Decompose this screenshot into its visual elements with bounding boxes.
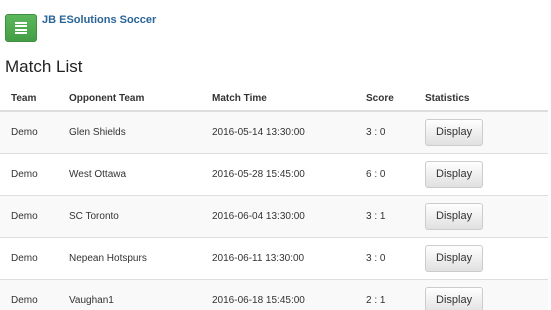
statistics-cell: Display [414, 279, 548, 310]
table-row: Demo SC Toronto 2016-06-04 13:30:00 3 : … [0, 195, 548, 238]
table-row: Demo West Ottawa 2016-05-28 15:45:00 6 :… [0, 153, 548, 196]
score-cell: 2 : 1 [355, 279, 414, 310]
display-button[interactable]: Display [425, 161, 484, 188]
team-cell: Demo [0, 110, 58, 154]
display-button[interactable]: Display [425, 119, 484, 146]
statistics-cell: Display [414, 195, 548, 238]
display-button[interactable]: Display [425, 287, 484, 310]
score-cell: 3 : 0 [355, 237, 414, 280]
match-time-cell: 2016-06-04 13:30:00 [201, 195, 355, 238]
score-cell: 3 : 0 [355, 110, 414, 154]
table-row: Demo Glen Shields 2016-05-14 13:30:00 3 … [0, 110, 548, 154]
page-title: Match List [5, 57, 83, 76]
display-button[interactable]: Display [425, 245, 484, 272]
match-time-cell: 2016-06-18 15:45:00 [201, 279, 355, 310]
opponent-cell: Vaughan1 [58, 279, 201, 310]
column-header-opponent: Opponent Team [58, 86, 201, 112]
column-header-match-time: Match Time [201, 86, 355, 112]
team-cell: Demo [0, 153, 58, 196]
statistics-cell: Display [414, 153, 548, 196]
team-cell: Demo [0, 279, 58, 310]
score-cell: 6 : 0 [355, 153, 414, 196]
column-header-score: Score [355, 86, 414, 112]
opponent-cell: Nepean Hotspurs [58, 237, 201, 280]
statistics-cell: Display [414, 237, 548, 280]
menu-button[interactable] [5, 14, 37, 42]
column-header-statistics: Statistics [414, 86, 548, 112]
opponent-cell: SC Toronto [58, 195, 201, 238]
table-row: Demo Vaughan1 2016-06-18 15:45:00 2 : 1 … [0, 279, 548, 310]
match-time-cell: 2016-06-11 13:30:00 [201, 237, 355, 280]
table-row: Demo Nepean Hotspurs 2016-06-11 13:30:00… [0, 237, 548, 280]
team-cell: Demo [0, 237, 58, 280]
team-cell: Demo [0, 195, 58, 238]
match-time-cell: 2016-05-14 13:30:00 [201, 110, 355, 154]
page: JB ESolutions Soccer Match List Team Opp… [0, 0, 551, 310]
score-cell: 3 : 1 [355, 195, 414, 238]
table-header-row: Team Opponent Team Match Time Score Stat… [0, 86, 548, 112]
brand-link[interactable]: JB ESolutions Soccer [42, 14, 156, 26]
opponent-cell: West Ottawa [58, 153, 201, 196]
opponent-cell: Glen Shields [58, 110, 201, 154]
hamburger-icon [15, 22, 27, 34]
statistics-cell: Display [414, 110, 548, 154]
display-button[interactable]: Display [425, 203, 484, 230]
match-table: Team Opponent Team Match Time Score Stat… [0, 86, 548, 310]
match-time-cell: 2016-05-28 15:45:00 [201, 153, 355, 196]
column-header-team: Team [0, 86, 58, 112]
